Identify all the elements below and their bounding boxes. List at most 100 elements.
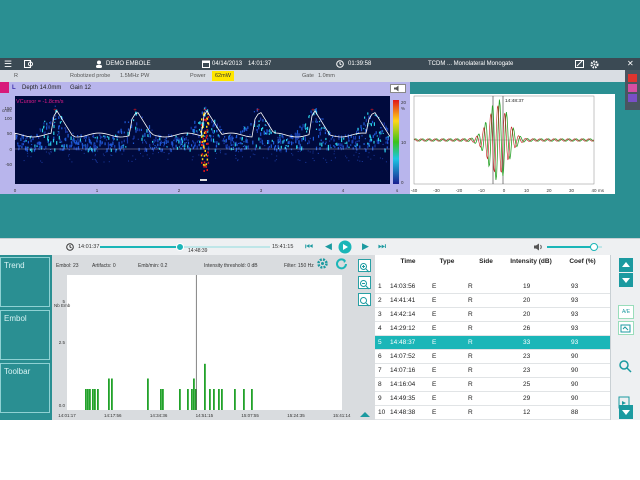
spectrum-pixel	[300, 150, 301, 152]
col-time[interactable]: Time	[387, 255, 429, 280]
spectrum-pixel	[128, 160, 129, 162]
emboli-bar[interactable]	[160, 389, 162, 410]
spectrum-pixel	[40, 141, 42, 145]
spectrum-pixel	[296, 133, 298, 137]
channel-indicator-red[interactable]	[628, 74, 637, 82]
edit-report-icon[interactable]	[575, 60, 585, 68]
channel-indicator-pink[interactable]	[628, 84, 637, 92]
table-row[interactable]: 3 14:42:14 E R 20 93	[375, 307, 610, 322]
gear-icon[interactable]	[590, 60, 599, 69]
spectrum-pixel	[207, 161, 209, 163]
trend-settings-icon[interactable]	[317, 258, 328, 269]
table-row[interactable]: 5 14:48:37 E R 33 93	[375, 335, 610, 350]
table-row[interactable]: 2 14:41:41 E R 20 93	[375, 293, 610, 308]
previous-event-icon[interactable]: ⏮	[305, 241, 313, 252]
play-icon[interactable]	[338, 240, 352, 254]
table-row[interactable]: 10 14:48:38 E R 12 88	[375, 405, 610, 420]
emboli-bar[interactable]	[204, 363, 206, 410]
spectrum-pixel	[302, 123, 304, 128]
emboli-bar[interactable]	[89, 389, 91, 410]
patient-search-icon[interactable]	[24, 60, 34, 68]
scroll-down-button[interactable]	[619, 273, 633, 287]
col-side[interactable]: Side	[465, 255, 507, 280]
emboli-bar[interactable]	[97, 389, 99, 410]
emboli-bar[interactable]	[187, 389, 189, 410]
col-coef[interactable]: Coef (%)	[555, 255, 610, 280]
refresh-icon[interactable]	[336, 258, 347, 270]
spectrum-pixel	[145, 141, 147, 143]
spectrum-pixel	[22, 140, 25, 143]
menu-icon[interactable]: ☰	[4, 58, 12, 70]
art-emb-toggle[interactable]: A/E	[618, 305, 634, 319]
collapse-icon[interactable]	[359, 410, 371, 418]
scroll-bottom-button[interactable]	[619, 405, 633, 419]
emboli-bar[interactable]	[234, 389, 236, 410]
spectrum-pixel	[94, 144, 96, 147]
channel-indicator-purple[interactable]	[628, 94, 637, 102]
emboli-bar[interactable]	[111, 378, 113, 411]
tab-embol[interactable]: Embol	[0, 310, 50, 360]
cell-type: E	[429, 307, 465, 322]
table-row[interactable]: 6 14:07:52 E R 23 90	[375, 349, 610, 364]
search-event-button[interactable]	[618, 359, 634, 373]
emboli-bar[interactable]	[92, 389, 94, 410]
volume-knob[interactable]	[589, 243, 598, 251]
embolic-signal-pixel	[204, 139, 206, 142]
table-row[interactable]: 1114:14:31ER	[375, 419, 610, 420]
cell-side: R	[465, 377, 507, 392]
emboli-bar[interactable]	[193, 378, 195, 411]
filter-button[interactable]	[618, 321, 634, 335]
emboli-bar[interactable]	[108, 378, 110, 411]
emboli-bar[interactable]	[147, 378, 149, 411]
tab-toolbar[interactable]: Toolbar	[0, 363, 50, 413]
emboli-bar[interactable]	[191, 389, 193, 410]
emboli-bar[interactable]	[251, 389, 253, 410]
zoom-in-button[interactable]	[358, 259, 371, 273]
close-icon[interactable]: ✕	[627, 58, 634, 70]
gate-value[interactable]: 1.0mm	[318, 70, 335, 82]
emboli-bar[interactable]	[218, 389, 220, 410]
spectrum-pixel	[240, 130, 242, 134]
table-row[interactable]: 4 14:29:12 E R 26 93	[375, 321, 610, 336]
zoom-out-button[interactable]	[358, 276, 371, 290]
time-marker	[200, 179, 207, 181]
spectrum-pixel	[376, 139, 378, 142]
trend-y-tick: 2.5	[59, 340, 66, 345]
emboli-bar[interactable]	[162, 389, 164, 410]
emboli-bar[interactable]	[213, 389, 215, 410]
table-row[interactable]: 1 14:03:56 E R 19 93	[375, 280, 610, 294]
arrow-down-icon	[622, 278, 630, 283]
spectrum-pixel	[82, 144, 84, 148]
cell-intensity: 19	[507, 280, 555, 294]
spectrum-pixel	[343, 137, 345, 140]
probe-value[interactable]: 1.5MHz PW	[120, 70, 149, 82]
step-back-icon[interactable]: ◀	[325, 241, 332, 252]
spectrum-pixel	[277, 136, 279, 138]
scroll-up-button[interactable]	[619, 258, 633, 272]
emboli-bar[interactable]	[179, 389, 181, 410]
emboli-bar[interactable]	[94, 389, 96, 410]
spectrum-pixel	[175, 144, 177, 148]
emboli-bar[interactable]	[209, 389, 211, 410]
playback-knob[interactable]	[175, 243, 184, 251]
power-value[interactable]: 62mW	[212, 71, 234, 81]
spectrum-pixel	[105, 151, 107, 153]
emboli-bar[interactable]	[87, 389, 89, 410]
waveform-x-tick: 0	[503, 188, 506, 193]
spectrum-pixel	[144, 132, 146, 137]
emboli-bar[interactable]	[221, 389, 223, 410]
col-type[interactable]: Type	[429, 255, 465, 280]
step-forward-icon[interactable]: ▶	[362, 241, 369, 252]
spectrum-pixel	[185, 142, 187, 144]
tab-trend[interactable]: Trend	[0, 257, 50, 307]
zoom-fit-button[interactable]	[358, 293, 371, 307]
next-event-icon[interactable]: ⏭	[378, 241, 386, 252]
spectrum-pixel	[107, 142, 109, 146]
table-row[interactable]: 9 14:49:35 E R 29 90	[375, 391, 610, 406]
table-row[interactable]: 7 14:07:16 E R 23 90	[375, 363, 610, 378]
embolic-signal-pixel	[207, 151, 209, 154]
col-intensity[interactable]: Intensity (dB)	[507, 255, 555, 280]
emboli-bar[interactable]	[243, 389, 245, 410]
emboli-bar[interactable]	[85, 389, 87, 410]
table-row[interactable]: 8 14:16:04 E R 25 90	[375, 377, 610, 392]
